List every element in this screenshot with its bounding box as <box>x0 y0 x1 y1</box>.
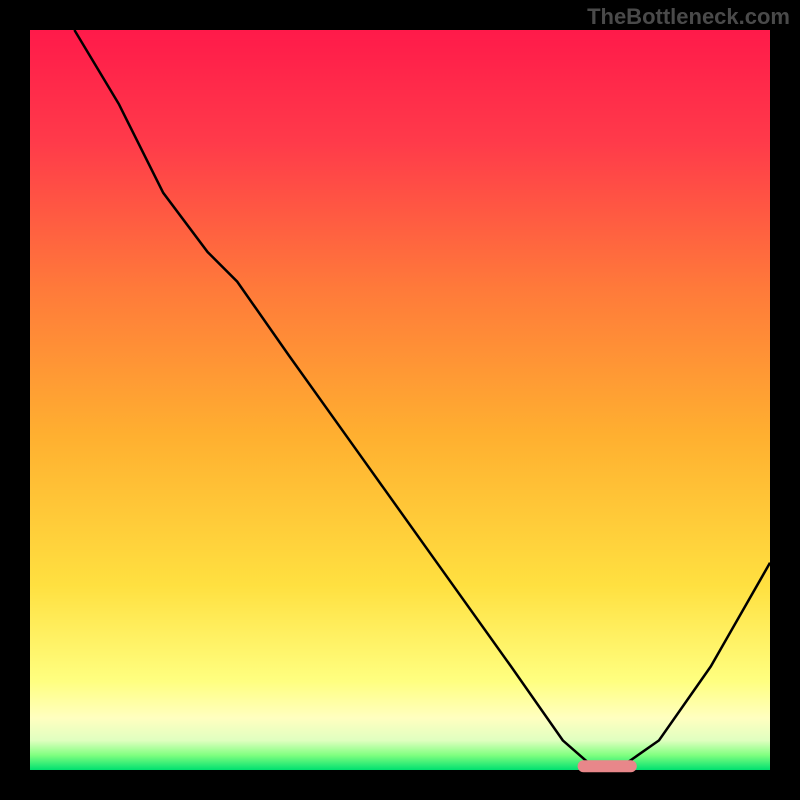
plot-background <box>30 30 770 770</box>
bottleneck-chart <box>0 0 800 800</box>
watermark-text: TheBottleneck.com <box>587 4 790 30</box>
optimal-marker <box>578 760 637 772</box>
